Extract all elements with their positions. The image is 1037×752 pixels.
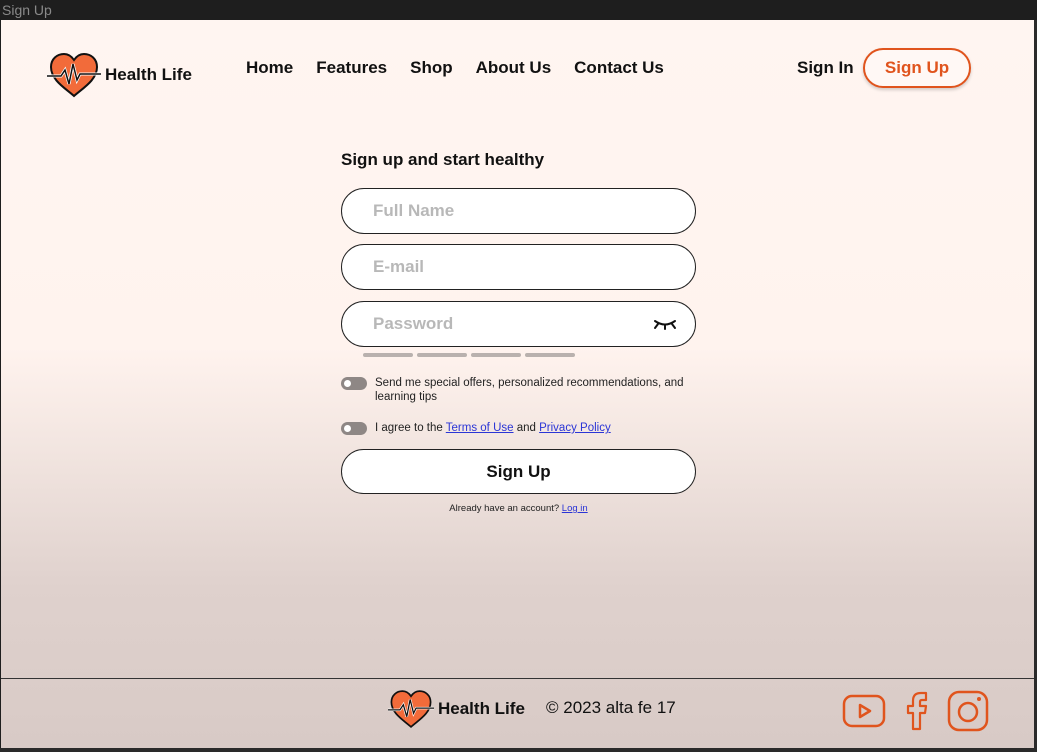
offers-toggle[interactable] xyxy=(341,377,367,390)
already-have-account: Already have an account? Log in xyxy=(341,503,696,514)
offers-toggle-label: Send me special offers, personalized rec… xyxy=(375,377,684,403)
terms-and: and xyxy=(516,422,536,434)
terms-toggle-label: I agree to the Terms of Use and Privacy … xyxy=(375,421,695,435)
window-edge xyxy=(0,748,1037,752)
window-title-bar: Sign Up xyxy=(0,0,1037,20)
log-in-link[interactable]: Log in xyxy=(562,503,588,514)
terms-of-use-link[interactable]: Terms of Use xyxy=(446,422,514,434)
privacy-policy-link[interactable]: Privacy Policy xyxy=(539,422,611,434)
sign-in-link[interactable]: Sign In xyxy=(797,58,854,78)
copyright-text: © 2023 alta fe 17 xyxy=(546,698,676,717)
heart-pulse-icon xyxy=(388,690,434,729)
footer-divider xyxy=(1,678,1034,679)
full-name-input[interactable] xyxy=(373,201,643,221)
form-title: Sign up and start healthy xyxy=(341,150,545,169)
email-field[interactable] xyxy=(341,244,696,290)
full-name-field[interactable] xyxy=(341,188,696,234)
terms-toggle-row: I agree to the Terms of Use and Privacy … xyxy=(341,421,695,435)
sign-up-submit-button[interactable]: Sign Up xyxy=(341,449,696,494)
header-sign-up-button[interactable]: Sign Up xyxy=(863,48,971,88)
already-text: Already have an account? xyxy=(449,503,560,514)
eye-closed-icon[interactable] xyxy=(653,317,677,331)
strength-segment xyxy=(363,353,413,357)
social-links xyxy=(841,690,989,732)
footer-brand-name: Health Life xyxy=(438,699,525,718)
brand-name: Health Life xyxy=(105,65,192,84)
main-nav: Home Features Shop About Us Contact Us xyxy=(246,58,664,78)
nav-about-us[interactable]: About Us xyxy=(476,58,552,78)
footer-brand-logo[interactable]: Health Life xyxy=(388,689,525,729)
password-input[interactable] xyxy=(373,314,643,334)
signup-page: Health Life Home Features Shop About Us … xyxy=(1,20,1034,748)
terms-prefix: I agree to the xyxy=(375,422,443,434)
email-input[interactable] xyxy=(373,257,643,277)
youtube-icon[interactable] xyxy=(841,693,887,729)
nav-home[interactable]: Home xyxy=(246,58,293,78)
strength-segment xyxy=(417,353,467,357)
nav-features[interactable]: Features xyxy=(316,58,387,78)
strength-segment xyxy=(471,353,521,357)
window-title: Sign Up xyxy=(2,2,52,18)
nav-contact-us[interactable]: Contact Us xyxy=(574,58,664,78)
password-strength-meter xyxy=(363,353,575,357)
terms-toggle[interactable] xyxy=(341,422,367,435)
heart-pulse-icon xyxy=(47,52,101,98)
brand-logo[interactable]: Health Life xyxy=(47,52,192,98)
nav-shop[interactable]: Shop xyxy=(410,58,453,78)
strength-segment xyxy=(525,353,575,357)
instagram-icon[interactable] xyxy=(947,690,989,732)
password-field[interactable] xyxy=(341,301,696,347)
offers-toggle-row: Send me special offers, personalized rec… xyxy=(341,376,695,404)
facebook-icon[interactable] xyxy=(905,691,929,731)
